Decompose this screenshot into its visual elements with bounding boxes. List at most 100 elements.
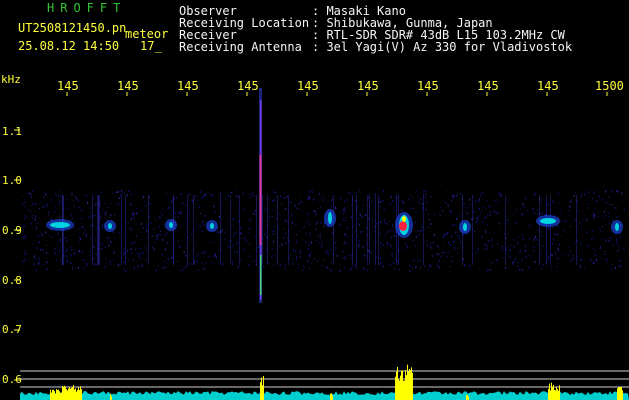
noise-pixel <box>588 191 589 194</box>
noise-pixel <box>301 210 303 212</box>
noise-pixel <box>390 245 392 248</box>
noise-pixel <box>342 242 344 244</box>
noise-pixel <box>454 249 456 251</box>
noise-pixel <box>202 196 204 199</box>
noise-pixel <box>284 208 286 211</box>
noise-pixel <box>323 225 325 228</box>
level-peak <box>554 389 555 400</box>
noise-pixel <box>597 216 599 217</box>
noise-pixel <box>410 207 412 210</box>
noise-pixel <box>308 195 309 198</box>
noise-pixel <box>491 245 493 248</box>
time-label: 145 <box>237 79 259 93</box>
meteor-echo <box>210 223 214 229</box>
noise-pixel <box>604 250 606 252</box>
noise-pixel <box>556 265 558 268</box>
noise-pixel <box>415 235 417 238</box>
noise-pixel <box>140 252 141 255</box>
noise-pixel <box>66 249 68 252</box>
noise-pixel <box>275 191 277 194</box>
noise-pixel <box>202 220 204 223</box>
noise-pixel <box>344 256 346 258</box>
noise-pixel <box>362 231 364 233</box>
noise-pixel <box>612 241 614 243</box>
noise-pixel <box>177 229 178 231</box>
noise-pixel <box>483 206 485 208</box>
noise-pixel <box>493 210 495 213</box>
noise-pixel <box>112 259 114 261</box>
noise-pixel <box>569 237 571 239</box>
noise-pixel <box>169 231 171 233</box>
noise-pixel <box>520 253 522 255</box>
noise-pixel <box>222 229 223 232</box>
noise-pixel <box>463 264 465 267</box>
noise-pixel <box>118 204 120 205</box>
noise-pixel <box>542 263 544 266</box>
noise-pixel <box>200 190 202 193</box>
noise-pixel <box>367 196 369 199</box>
noise-pixel <box>440 256 442 258</box>
noise-pixel <box>59 194 61 197</box>
noise-pixel <box>126 194 128 196</box>
noise-pixel <box>185 266 187 268</box>
noise-pixel <box>581 225 583 227</box>
noise-pixel <box>549 228 550 230</box>
noise-pixel <box>74 252 76 255</box>
noise-pixel <box>530 257 532 258</box>
noise-pixel <box>386 232 388 234</box>
noise-pixel <box>380 246 382 248</box>
noise-pixel <box>305 232 307 234</box>
noise-pixel <box>316 234 318 236</box>
noise-column <box>99 195 100 265</box>
noise-pixel <box>36 247 38 250</box>
noise-pixel <box>469 198 471 201</box>
noise-pixel <box>59 250 61 253</box>
noise-pixel <box>120 194 122 197</box>
noise-pixel <box>558 243 560 246</box>
noise-pixel <box>284 192 285 194</box>
noise-pixel <box>358 245 360 248</box>
noise-pixel <box>380 257 382 259</box>
noise-pixel <box>273 230 274 233</box>
noise-pixel <box>552 226 554 228</box>
noise-pixel <box>431 255 433 257</box>
level-peak <box>399 380 400 400</box>
noise-pixel <box>87 201 88 204</box>
level-peak <box>66 391 67 400</box>
noise-pixel <box>83 259 85 261</box>
noise-pixel <box>137 265 139 268</box>
noise-pixel <box>487 248 489 250</box>
noise-pixel <box>35 217 36 219</box>
noise-pixel <box>236 242 238 245</box>
noise-pixel <box>100 216 102 219</box>
noise-pixel <box>38 241 40 244</box>
y-tick-label: 1.1 <box>2 125 22 138</box>
noise-pixel <box>425 196 426 199</box>
noise-pixel <box>528 254 530 256</box>
noise-pixel <box>66 198 68 200</box>
level-peak <box>622 390 623 400</box>
noise-pixel <box>498 247 500 249</box>
noise-pixel <box>486 200 488 201</box>
noise-pixel <box>517 262 519 264</box>
noise-pixel <box>50 218 52 221</box>
noise-pixel <box>30 222 32 225</box>
noise-pixel <box>569 225 571 227</box>
noise-pixel <box>335 206 336 209</box>
noise-pixel <box>147 237 148 239</box>
noise-column <box>378 195 379 265</box>
noise-pixel <box>283 197 285 200</box>
noise-pixel <box>314 210 316 213</box>
noise-pixel <box>303 225 305 227</box>
noise-pixel <box>350 255 351 257</box>
noise-pixel <box>387 241 389 244</box>
noise-pixel <box>438 246 439 248</box>
noise-pixel <box>465 210 467 212</box>
noise-pixel <box>36 228 38 230</box>
noise-column <box>277 195 278 265</box>
noise-pixel <box>547 226 549 229</box>
noise-pixel <box>334 242 336 245</box>
noise-pixel <box>515 257 517 260</box>
noise-pixel <box>77 199 79 202</box>
noise-pixel <box>379 232 381 235</box>
